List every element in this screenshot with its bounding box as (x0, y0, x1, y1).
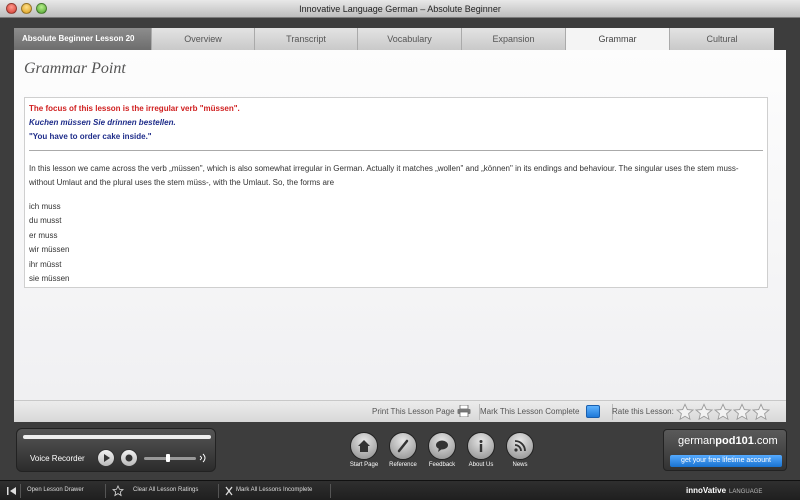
star-icon[interactable] (676, 403, 694, 421)
x-mark-icon[interactable] (223, 485, 235, 497)
verb-form: sie müssen (29, 274, 70, 284)
feedback-button[interactable]: Feedback (423, 432, 461, 468)
brand-part: german (678, 435, 716, 447)
zoom-window-button[interactable] (36, 3, 47, 14)
print-lesson-link[interactable]: Print This Lesson Page (372, 407, 455, 416)
grammar-text-box: The focus of this lesson is the irregula… (24, 97, 768, 288)
verb-form: wir müssen (29, 245, 70, 255)
voice-recorder: Voice Recorder (16, 428, 216, 472)
title-bar: Innovative Language German – Absolute Be… (0, 0, 800, 18)
tab-vocabulary[interactable]: Vocabulary (358, 28, 462, 50)
verb-form: du musst (29, 216, 62, 226)
status-divider (330, 484, 331, 498)
nav-label: Feedback (428, 462, 456, 468)
home-icon (358, 440, 370, 452)
example-german: Kuchen müssen Sie drinnen bestellen. (29, 118, 176, 127)
news-button[interactable]: News (501, 432, 539, 468)
rss-icon (514, 440, 526, 452)
drawer-icon[interactable] (6, 485, 18, 497)
nav-label: News (512, 462, 528, 468)
brand-part: .com (753, 435, 778, 447)
record-button[interactable] (120, 449, 138, 467)
innovative-language-logo: innoVative LANGUAGE (686, 486, 762, 495)
record-icon (125, 454, 133, 462)
play-button[interactable] (97, 449, 115, 467)
printer-icon[interactable] (457, 405, 471, 417)
star-icon[interactable] (714, 403, 732, 421)
site-brand[interactable]: germanpod101.com (678, 435, 778, 447)
grammar-panel: Grammar Point The focus of this lesson i… (14, 50, 786, 400)
star-icon[interactable] (733, 403, 751, 421)
status-divider (218, 484, 219, 498)
verb-form: er muss (29, 230, 58, 240)
lesson-tab-strip: Absolute Beginner Lesson 20 Overview Tra… (14, 28, 786, 50)
status-divider (20, 484, 21, 498)
tab-overview[interactable]: Overview (152, 28, 255, 50)
volume-slider[interactable] (144, 457, 196, 460)
lesson-focus: The focus of this lesson is the irregula… (29, 104, 240, 113)
open-lesson-drawer[interactable]: Open Lesson Drawer (27, 487, 84, 493)
status-bar: Open Lesson Drawer Clear All Lesson Rati… (0, 480, 800, 500)
lesson-toolbar: Print This Lesson Page Mark This Lesson … (14, 400, 786, 422)
tab-cultural[interactable]: Cultural (670, 28, 774, 50)
status-divider (105, 484, 106, 498)
play-icon (104, 454, 110, 462)
window-title: Innovative Language German – Absolute Be… (299, 4, 501, 14)
reference-button[interactable]: Reference (384, 432, 422, 468)
free-account-button[interactable]: get your free lifetime account (670, 455, 782, 467)
mark-complete-link[interactable]: Mark This Lesson Complete (480, 407, 579, 416)
audio-progress-bar[interactable] (23, 435, 211, 439)
feedback-icon (436, 440, 448, 452)
mark-all-incomplete[interactable]: Mark All Lessons Incomplete (236, 487, 312, 493)
logo-text: innoVative (686, 486, 727, 495)
nav-label: Reference (389, 462, 417, 468)
rating-stars (676, 403, 771, 421)
info-icon (479, 440, 483, 452)
clear-all-ratings[interactable]: Clear All Lesson Ratings (133, 487, 198, 493)
logo-subtext: LANGUAGE (729, 489, 763, 495)
mark-complete-checkbox[interactable] (586, 405, 600, 418)
tab-expansion[interactable]: Expansion (462, 28, 566, 50)
page-title: Grammar Point (24, 60, 126, 77)
start-page-button[interactable]: Start Page (345, 432, 383, 468)
minimize-window-button[interactable] (21, 3, 32, 14)
nav-label: Start Page (349, 462, 379, 468)
close-window-button[interactable] (6, 3, 17, 14)
star-icon[interactable] (695, 403, 713, 421)
tab-grammar[interactable]: Grammar (566, 28, 670, 50)
about-us-button[interactable]: About Us (462, 432, 500, 468)
speaker-icon (199, 453, 206, 463)
voice-recorder-label: Voice Recorder (30, 454, 85, 463)
nav-label: About Us (468, 462, 494, 468)
divider (29, 150, 763, 151)
example-english: "You have to order cake inside." (29, 132, 152, 141)
verb-forms-list: ich muss du musst er muss wir müssen ihr… (29, 200, 69, 286)
reference-icon (397, 439, 409, 453)
promo-box: germanpod101.com get your free lifetime … (663, 429, 787, 471)
rate-lesson-label: Rate this Lesson: (612, 407, 674, 416)
star-outline-icon[interactable] (112, 485, 124, 497)
brand-part: pod101 (715, 435, 754, 447)
tab-current-lesson[interactable]: Absolute Beginner Lesson 20 (14, 28, 152, 50)
verb-form: ich muss (29, 202, 61, 211)
tab-transcript[interactable]: Transcript (255, 28, 358, 50)
grammar-explanation: In this lesson we came across the verb „… (29, 164, 739, 187)
star-icon[interactable] (752, 403, 770, 421)
verb-form: ihr müsst (29, 259, 62, 269)
volume-slider-knob[interactable] (165, 454, 170, 462)
